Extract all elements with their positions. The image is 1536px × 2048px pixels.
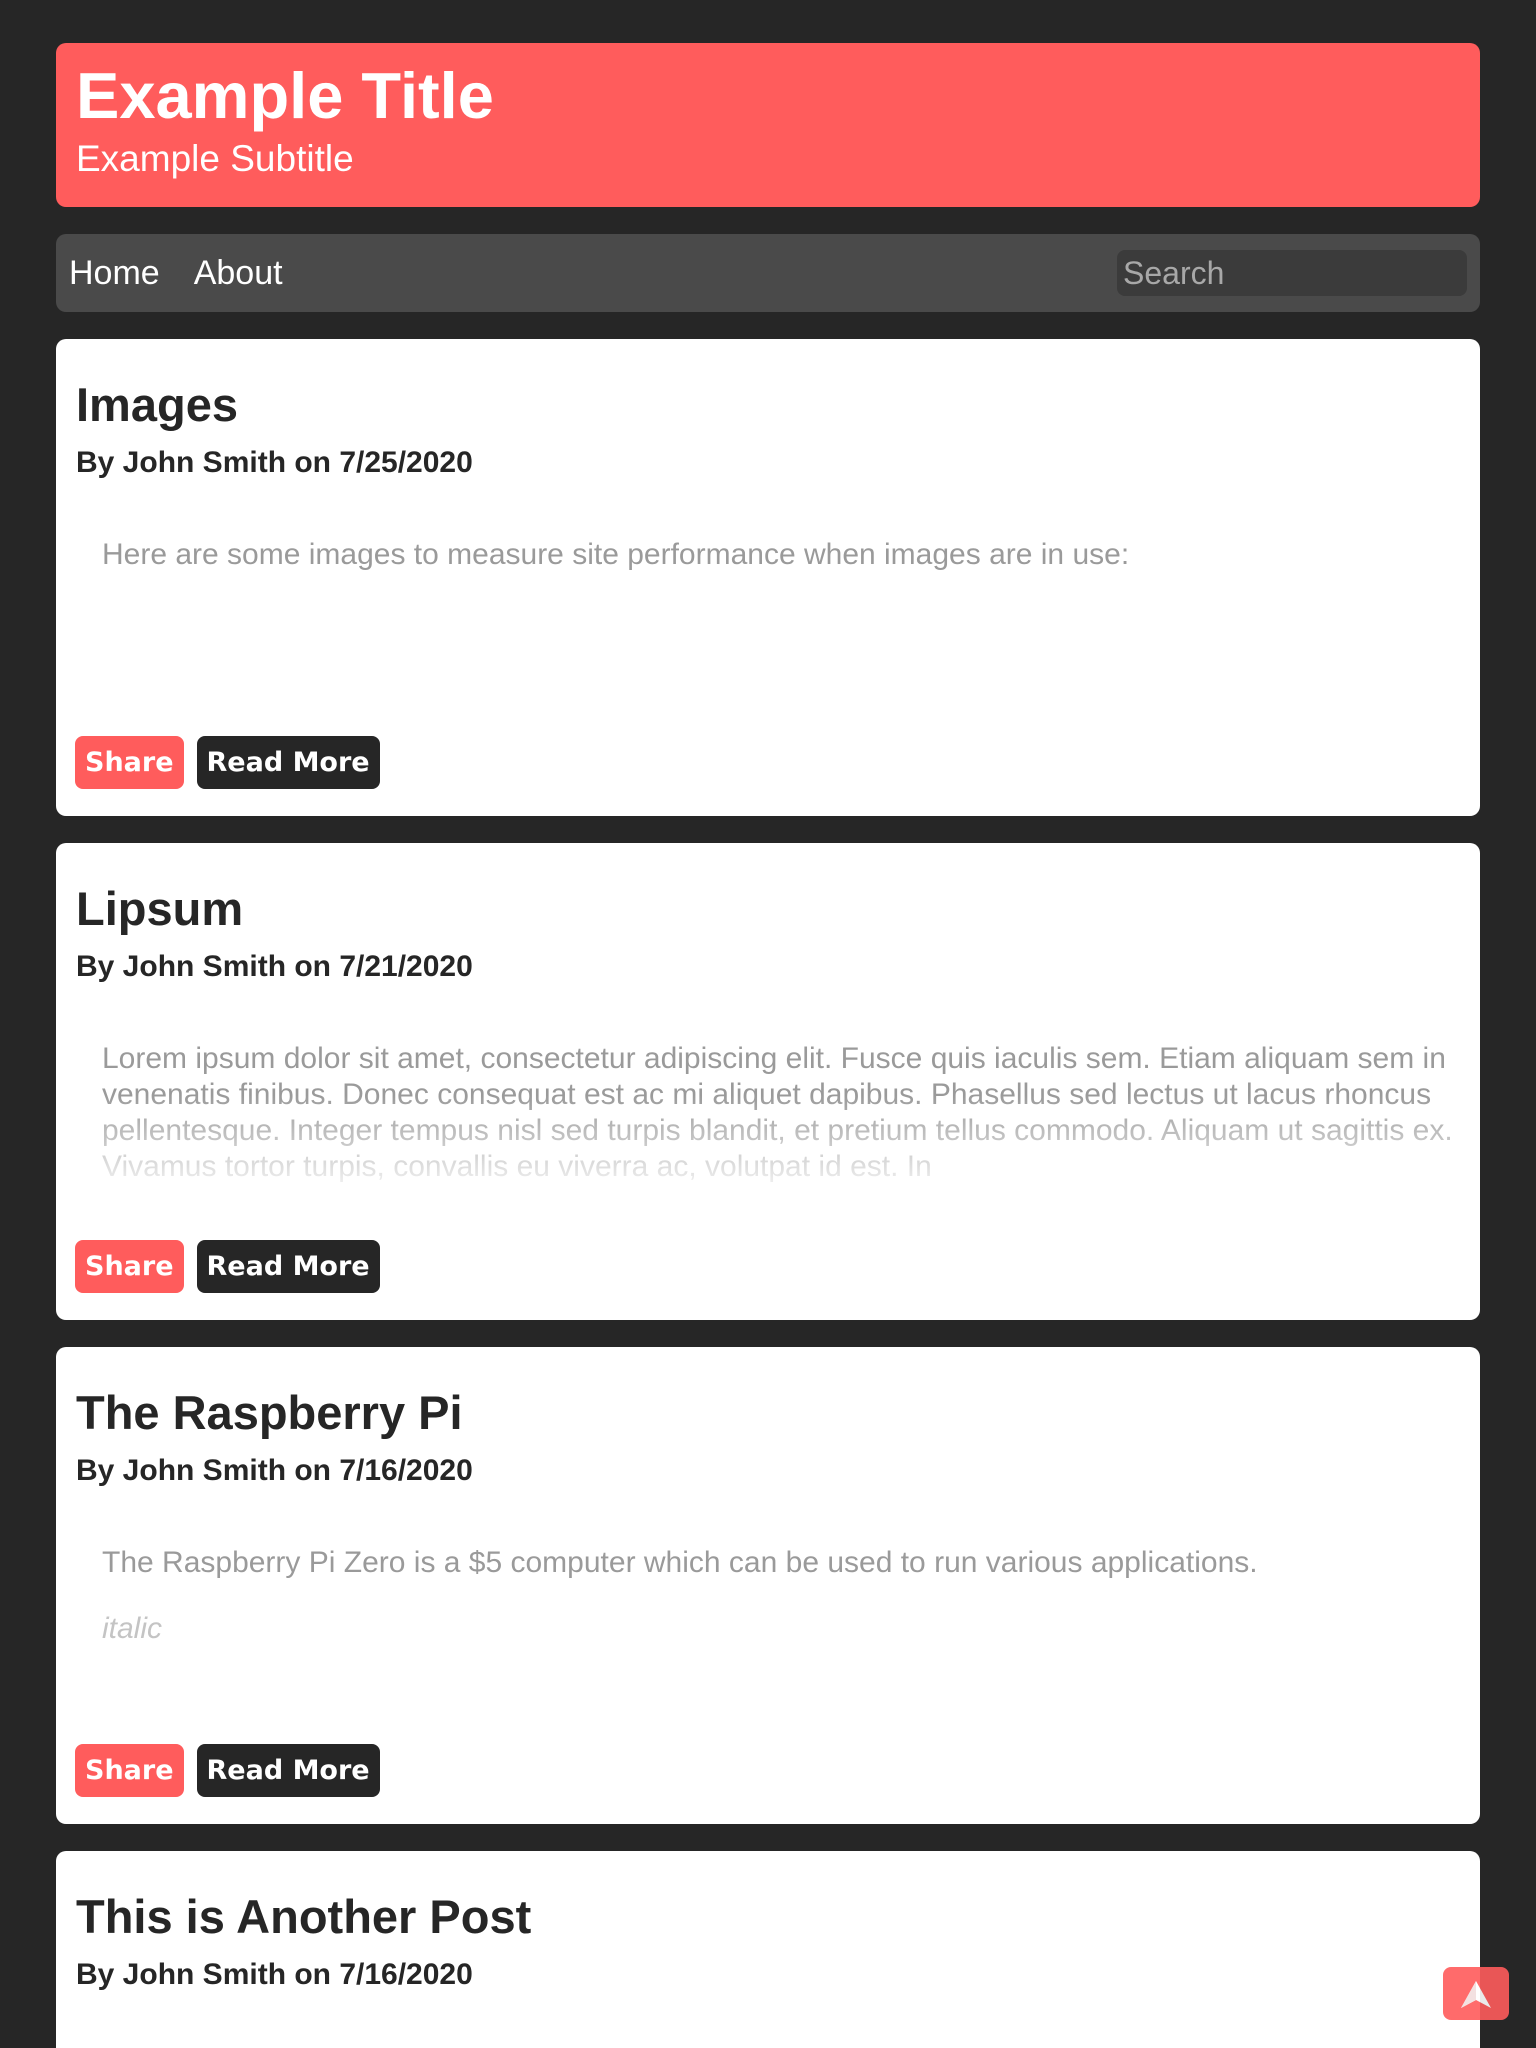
arrow-up-icon: [1461, 1980, 1491, 2008]
post-excerpt: Here are some images to measure site per…: [102, 537, 1460, 681]
site-subtitle: Example Subtitle: [76, 138, 354, 179]
share-button[interactable]: Share: [75, 1240, 184, 1293]
site-title: Example Title: [76, 59, 494, 132]
post-byline: By John Smith on 7/16/2020: [76, 1454, 473, 1488]
post-excerpt: The Raspberry Pi Zero is a $5 computer w…: [102, 1545, 1460, 1689]
post-excerpt-italic: italic: [102, 1612, 163, 1646]
post-byline: By John Smith on 7/25/2020: [76, 446, 473, 480]
post-title: This is Another Post: [76, 1890, 532, 1943]
post-title: The Raspberry Pi: [76, 1386, 463, 1439]
post-excerpt-text: Lorem ipsum dolor sit amet, consectetur …: [102, 1042, 1453, 1184]
share-button[interactable]: Share: [75, 1744, 184, 1797]
page: Example Title Example Subtitle Home Abou…: [0, 0, 1536, 2048]
post-excerpt-text: Here are some images to measure site per…: [102, 538, 1130, 572]
post-actions: Share Read More: [75, 1744, 393, 1797]
scroll-to-top-button[interactable]: [1443, 1967, 1509, 2020]
read-more-button[interactable]: Read More: [196, 1240, 380, 1293]
read-more-button[interactable]: Read More: [196, 736, 380, 789]
nav-link-home[interactable]: Home: [69, 254, 160, 293]
post-title: Images: [76, 378, 238, 431]
post-card: Images By John Smith on 7/25/2020 Here a…: [56, 339, 1480, 816]
post-card: This is Another Post By John Smith on 7/…: [56, 1851, 1480, 2048]
post-byline: By John Smith on 7/16/2020: [76, 1958, 473, 1992]
post-card: The Raspberry Pi By John Smith on 7/16/2…: [56, 1347, 1480, 1824]
nav-link-about[interactable]: About: [194, 254, 283, 293]
post-actions: Share Read More: [75, 736, 393, 789]
post-actions: Share Read More: [75, 1240, 393, 1293]
content-wrapper: Example Title Example Subtitle Home Abou…: [56, 43, 1480, 2048]
post-card: Lipsum By John Smith on 7/21/2020 Lorem …: [56, 843, 1480, 1320]
read-more-button[interactable]: Read More: [196, 1744, 380, 1797]
navbar: Home About: [56, 234, 1480, 312]
share-button[interactable]: Share: [75, 736, 184, 789]
post-byline: By John Smith on 7/21/2020: [76, 950, 473, 984]
site-header: Example Title Example Subtitle: [56, 43, 1480, 207]
search-input[interactable]: [1117, 250, 1467, 296]
post-excerpt: Lorem ipsum dolor sit amet, consectetur …: [102, 1041, 1460, 1186]
post-title: Lipsum: [76, 882, 244, 935]
post-excerpt-text: The Raspberry Pi Zero is a $5 computer w…: [102, 1546, 1258, 1580]
